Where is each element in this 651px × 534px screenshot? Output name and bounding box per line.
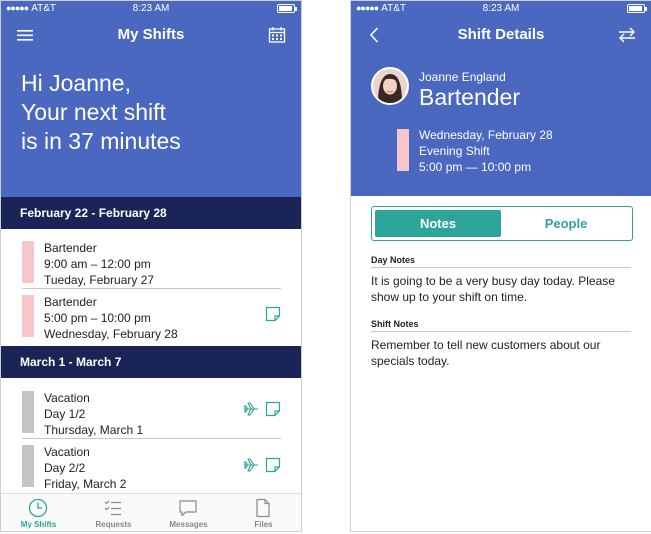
shift-notes-heading: Shift Notes [371, 319, 419, 329]
shift-date: Wednesday, February 28 [44, 327, 178, 341]
greeting-text: Hi Joanne, Your next shift is in 37 minu… [21, 70, 181, 154]
page-title: Shift Details [457, 26, 545, 43]
shift-item[interactable]: Vacation Day 2/2 Friday, March 2 [1, 439, 301, 493]
shift-date: Friday, March 2 [44, 477, 127, 491]
person-photo-icon [373, 69, 407, 103]
day-notes-text: It is going to be a very busy day today.… [371, 274, 615, 304]
shift-time: 5:00 pm – 10:00 pm [44, 311, 151, 325]
avatar [371, 67, 409, 105]
status-time: 8:23 AM [482, 3, 520, 14]
shift-color-bar [22, 295, 34, 337]
bottom-tab-bar: My Shifts Requests Messages Files [1, 493, 301, 531]
notes-people-toggle: Notes People [371, 206, 633, 241]
shift-details-screen: ●●●●● AT&T 8:23 AM Shift Details Joanne E… [350, 0, 651, 532]
navbar: My Shifts [1, 17, 301, 53]
person-name: Joanne England [419, 70, 506, 84]
tab-files[interactable]: Files [226, 494, 301, 531]
shift-type: Evening Shift [419, 144, 490, 158]
status-bar: ●●●●● AT&T 8:23 AM [351, 1, 651, 17]
battery-icon [627, 4, 647, 13]
status-bar: ●●●●● AT&T 8:23 AM [1, 1, 301, 17]
airplane-icon[interactable] [243, 401, 259, 417]
shift-notes-text: Remember to tell new customers about our… [371, 338, 601, 368]
shift-role-title: Bartender [419, 84, 521, 110]
shift-time: Day 1/2 [44, 407, 86, 421]
shift-color-bar [397, 129, 409, 171]
shift-role: Bartender [44, 241, 97, 255]
shift-time: 5:00 pm — 10:00 pm [419, 160, 532, 174]
shift-item[interactable]: Vacation Day 1/2 Thursday, March 1 [1, 385, 301, 439]
navbar: Shift Details [351, 17, 651, 53]
notes-tab[interactable]: Notes [375, 210, 501, 237]
shift-date: Tueday, February 27 [44, 273, 155, 287]
shift-item[interactable]: Bartender 9:00 am – 12:00 pm Tueday, Feb… [1, 235, 301, 289]
note-icon[interactable] [265, 401, 281, 417]
note-icon[interactable] [265, 306, 281, 322]
page-title: My Shifts [117, 26, 185, 43]
shift-role: Vacation [44, 445, 90, 459]
day-notes-heading: Day Notes [371, 255, 416, 265]
shift-time: Day 2/2 [44, 461, 86, 475]
week-header: March 1 - March 7 [1, 346, 301, 378]
shift-time: 9:00 am – 12:00 pm [44, 257, 151, 271]
swap-icon[interactable] [617, 25, 637, 45]
chat-icon [179, 500, 197, 517]
tab-my-shifts[interactable]: My Shifts [1, 494, 76, 531]
shift-date: Wednesday, February 28 [419, 128, 553, 142]
shift-role: Vacation [44, 391, 90, 405]
shift-date: Thursday, March 1 [44, 423, 144, 437]
shift-color-bar [22, 391, 34, 433]
file-icon [256, 498, 270, 518]
calendar-icon[interactable] [267, 25, 287, 45]
shift-color-bar [22, 241, 34, 283]
shift-role: Bartender [44, 295, 97, 309]
checklist-icon [104, 500, 121, 516]
week-header: February 22 - February 28 [1, 197, 301, 229]
battery-icon [277, 4, 297, 13]
greeting-banner: Hi Joanne, Your next shift is in 37 minu… [1, 53, 301, 197]
tab-requests[interactable]: Requests [76, 494, 151, 531]
people-tab[interactable]: People [503, 210, 629, 237]
tab-messages[interactable]: Messages [151, 494, 226, 531]
clock-icon [28, 498, 48, 518]
shift-color-bar [22, 445, 34, 487]
shift-item[interactable]: Bartender 5:00 pm – 10:00 pm Wednesday, … [1, 289, 301, 343]
note-icon[interactable] [265, 457, 281, 473]
status-time: 8:23 AM [132, 3, 170, 14]
airplane-icon[interactable] [243, 457, 259, 473]
my-shifts-screen: ●●●●● AT&T 8:23 AM My Shifts Hi Joanne, Y… [0, 0, 302, 532]
shift-summary: Joanne England Bartender Wednesday, Febr… [351, 53, 651, 196]
